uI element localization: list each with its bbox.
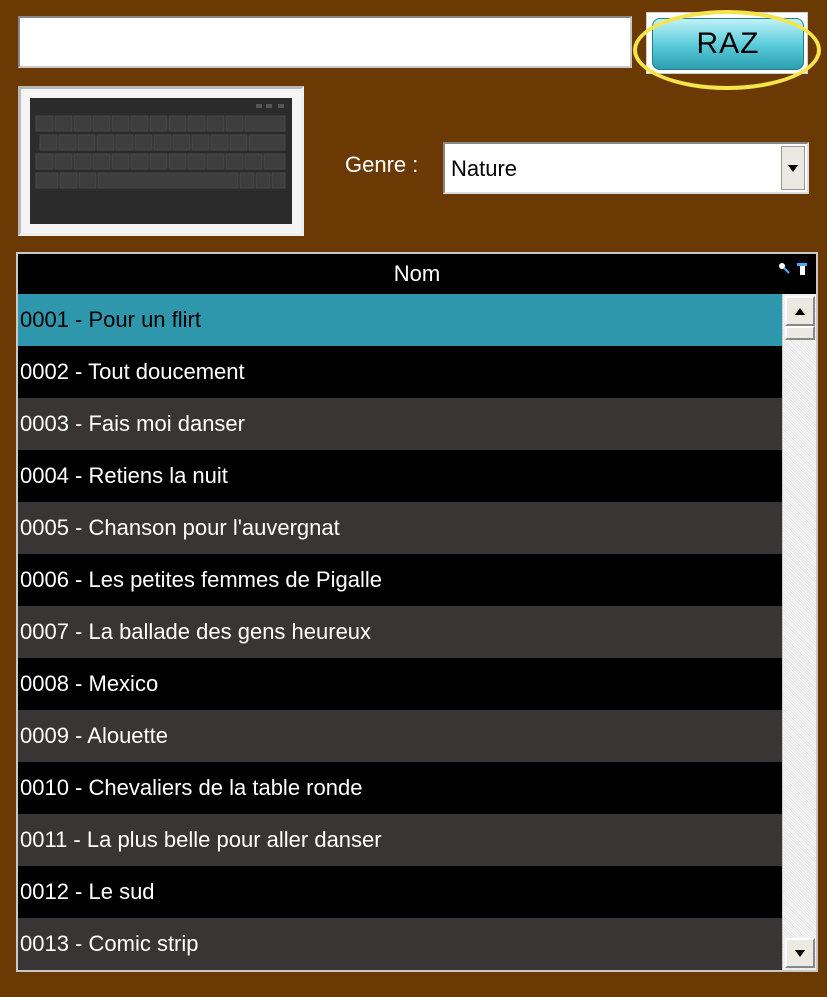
column-header-label: Nom	[393, 261, 441, 286]
genre-select[interactable]: Nature	[443, 142, 809, 194]
table-row[interactable]: 0011 - La plus belle pour aller danser	[18, 814, 782, 866]
table-row[interactable]: 0007 - La ballade des gens heureux	[18, 606, 782, 658]
songs-table: Nom 0001 - Pour un flirt 0002 - Tout dou…	[16, 252, 818, 972]
scroll-down-button[interactable]	[785, 938, 815, 968]
arrow-down-icon	[795, 949, 805, 957]
scroll-thumb[interactable]	[785, 326, 815, 340]
table-row[interactable]: 0005 - Chanson pour l'auvergnat	[18, 502, 782, 554]
table-row[interactable]: 0008 - Mexico	[18, 658, 782, 710]
arrow-up-icon	[795, 307, 805, 315]
genre-label: Genre :	[345, 152, 419, 177]
raz-button[interactable]: RAZ	[652, 18, 804, 70]
table-row[interactable]: 0012 - Le sud	[18, 866, 782, 918]
table-row[interactable]: 0010 - Chevaliers de la table ronde	[18, 762, 782, 814]
table-row[interactable]: 0004 - Retiens la nuit	[18, 450, 782, 502]
vertical-scrollbar[interactable]	[782, 294, 816, 970]
filter-icon[interactable]	[796, 262, 808, 276]
table-row[interactable]: 0001 - Pour un flirt	[18, 294, 782, 346]
virtual-keyboard-button[interactable]	[18, 86, 304, 236]
table-row[interactable]: 0006 - Les petites femmes de Pigalle	[18, 554, 782, 606]
dropdown-arrow-button[interactable]	[781, 146, 805, 190]
column-header-nom[interactable]: Nom	[18, 254, 816, 294]
table-row[interactable]: 0009 - Alouette	[18, 710, 782, 762]
table-row[interactable]: 0013 - Comic strip	[18, 918, 782, 970]
table-rows: 0001 - Pour un flirt 0002 - Tout douceme…	[18, 294, 782, 970]
magnifier-icon[interactable]	[778, 262, 790, 276]
keyboard-graphic	[30, 98, 292, 224]
genre-selected-value: Nature	[451, 156, 518, 181]
chevron-down-icon	[788, 164, 798, 172]
scroll-up-button[interactable]	[785, 296, 815, 326]
keyboard-icon	[30, 98, 292, 224]
search-input[interactable]	[18, 16, 632, 68]
table-row[interactable]: 0002 - Tout doucement	[18, 346, 782, 398]
table-row[interactable]: 0003 - Fais moi danser	[18, 398, 782, 450]
